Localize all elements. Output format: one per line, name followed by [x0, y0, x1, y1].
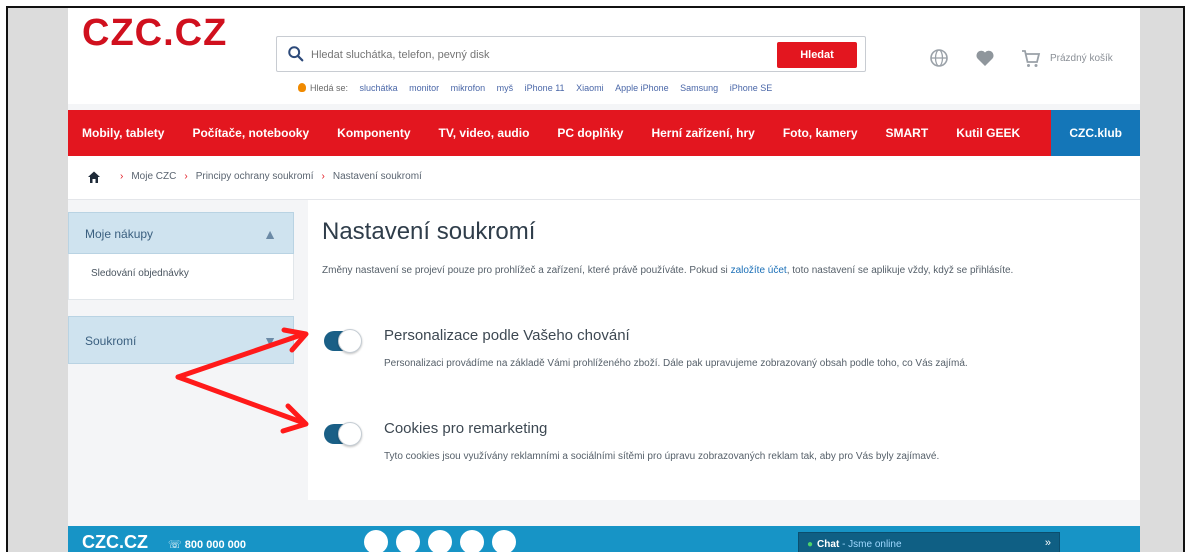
facebook-icon[interactable]	[364, 530, 388, 552]
nav-item-czc-klub[interactable]: CZC.klub	[1051, 110, 1140, 156]
search-icon	[288, 46, 304, 62]
toggle-knob	[338, 422, 362, 446]
create-account-link[interactable]: založíte účet	[731, 265, 787, 276]
hint-link[interactable]: monitor	[409, 83, 439, 93]
hint-link[interactable]: iPhone SE	[730, 83, 773, 93]
search-button[interactable]: Hledat	[777, 42, 857, 68]
cart-label[interactable]: Prázdný košík	[1050, 53, 1113, 64]
nav-item-smart[interactable]: SMART	[872, 110, 943, 156]
sidebar-section-nakupy[interactable]: Moje nákupy ▲	[68, 212, 294, 254]
hint-link[interactable]: myš	[497, 83, 514, 93]
nav-item-pocitace[interactable]: Počítače, notebooky	[178, 110, 323, 156]
hint-link[interactable]: Samsung	[680, 83, 718, 93]
breadcrumb-trail: › Moje CZC › Principy ochrany soukromí › Nast…	[112, 171, 422, 182]
web-page: CZC.CZ Hledat Hledá se: sluchátka monito…	[68, 8, 1140, 552]
personalization-title: Personalizace podle Vašeho chování	[384, 327, 630, 344]
hint-link[interactable]: Xiaomi	[576, 83, 604, 93]
online-dot-icon: ●	[807, 539, 814, 550]
heart-icon[interactable]	[974, 47, 996, 69]
twitter-icon[interactable]	[396, 530, 420, 552]
hint-link[interactable]: iPhone 11	[525, 83, 565, 93]
site-logo[interactable]: CZC.CZ	[82, 12, 227, 55]
social-links	[364, 530, 516, 552]
breadcrumb-item[interactable]: Moje CZC	[131, 171, 176, 182]
nav-item-herni-zarizeni[interactable]: Herní zařízení, hry	[637, 110, 768, 156]
chevron-up-icon: ▲	[263, 226, 277, 242]
personalization-toggle[interactable]	[324, 329, 362, 353]
chevron-down-icon: ▼	[263, 333, 277, 349]
header-actions: Prázdný košík	[928, 46, 1113, 70]
cart-icon[interactable]	[1020, 47, 1042, 69]
page-title: Nastavení soukromí	[322, 218, 536, 245]
sidebar-item-sledovani[interactable]: Sledování objednávky	[68, 254, 294, 300]
main-navigation: Mobily, tablety Počítače, notebooky Komp…	[68, 110, 1140, 156]
hint-link[interactable]: sluchátka	[360, 83, 398, 93]
search-hints: Hledá se: sluchátka monitor mikrofon myš…	[298, 83, 772, 93]
breadcrumb-separator: ›	[184, 171, 188, 182]
linkedin-icon[interactable]	[492, 530, 516, 552]
chat-status: - Jsme online	[842, 539, 902, 550]
hint-link[interactable]: mikrofon	[451, 83, 486, 93]
chat-label: ● Chat - Jsme online	[807, 539, 902, 550]
footer-logo[interactable]: CZC.CZ	[82, 532, 148, 552]
chat-collapse-icon[interactable]: »	[1045, 537, 1051, 549]
sidebar-section-label: Soukromí	[85, 334, 137, 348]
fire-icon	[298, 83, 306, 92]
sidebar-section-soukromi[interactable]: Soukromí ▼	[68, 316, 294, 364]
instagram-icon[interactable]	[428, 530, 452, 552]
breadcrumb: › Moje CZC › Principy ochrany soukromí › Nast…	[68, 156, 1140, 200]
nav-item-pc-doplnky[interactable]: PC doplňky	[543, 110, 637, 156]
nav-item-komponenty[interactable]: Komponenty	[323, 110, 424, 156]
toggle-knob	[338, 329, 362, 353]
breadcrumb-separator: ›	[321, 171, 325, 182]
breadcrumb-item[interactable]: Principy ochrany soukromí	[196, 171, 314, 182]
screenshot-frame: CZC.CZ Hledat Hledá se: sluchátka monito…	[6, 6, 1185, 552]
personalization-description: Personalizaci provádíme na základě Vámi …	[384, 358, 968, 369]
site-header: CZC.CZ Hledat Hledá se: sluchátka monito…	[68, 8, 1140, 104]
youtube-icon[interactable]	[460, 530, 484, 552]
footer-phone[interactable]: ☏ 800 000 000	[168, 538, 246, 551]
intro-text-start: Změny nastavení se projeví pouze pro pro…	[322, 265, 731, 276]
nav-item-kutil-geek[interactable]: Kutil GEEK	[942, 110, 1034, 156]
sidebar-section-label: Moje nákupy	[85, 227, 154, 241]
search-bar: Hledat	[276, 36, 866, 72]
remarketing-toggle[interactable]	[324, 422, 362, 446]
search-input[interactable]	[311, 45, 751, 65]
remarketing-title: Cookies pro remarketing	[384, 420, 548, 437]
remarketing-description: Tyto cookies jsou využívány reklamními a…	[384, 451, 940, 462]
breadcrumb-separator: ›	[120, 171, 124, 182]
nav-item-foto-kamery[interactable]: Foto, kamery	[769, 110, 872, 156]
chat-title: Chat	[817, 539, 840, 550]
site-footer: CZC.CZ ☏ 800 000 000 ● Chat - Jsme online…	[68, 526, 1140, 552]
nav-item-tv-video-audio[interactable]: TV, video, audio	[425, 110, 544, 156]
hint-link[interactable]: Apple iPhone	[615, 83, 669, 93]
globe-icon[interactable]	[928, 47, 950, 69]
home-icon[interactable]	[86, 169, 102, 185]
nav-item-mobily[interactable]: Mobily, tablety	[68, 110, 178, 156]
intro-text: Změny nastavení se projeví pouze pro pro…	[322, 262, 1132, 279]
chat-widget[interactable]: ● Chat - Jsme online »	[798, 532, 1060, 552]
breadcrumb-item-current: Nastavení soukromí	[332, 171, 422, 182]
account-sidebar: Moje nákupy ▲ Sledování objednávky Soukr…	[68, 212, 294, 364]
privacy-settings-panel: Nastavení soukromí Změny nastavení se pr…	[308, 200, 1140, 500]
intro-text-end: , toto nastavení se aplikuje vždy, když …	[786, 265, 1014, 276]
hints-lead: Hledá se:	[310, 83, 349, 93]
